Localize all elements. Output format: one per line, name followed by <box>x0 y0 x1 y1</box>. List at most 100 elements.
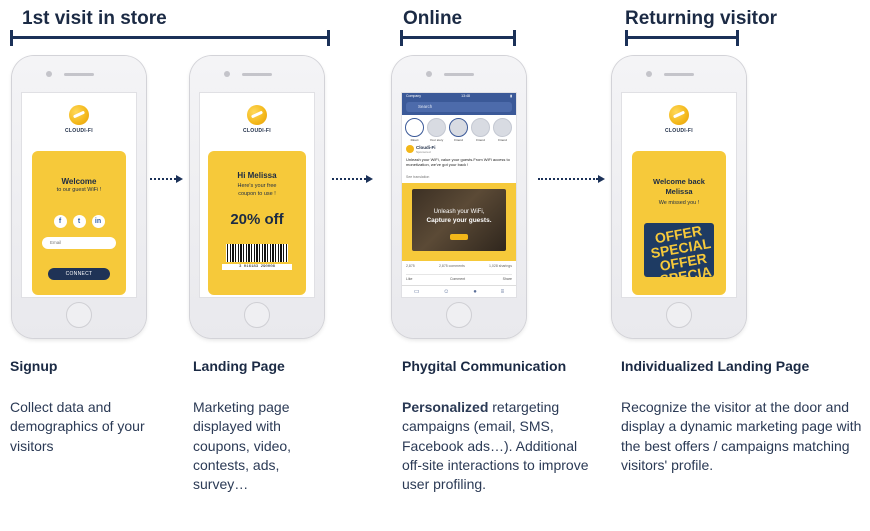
brand-name: CLOUDI-FI <box>65 128 93 134</box>
post-actions: Like Comment Share <box>406 274 512 281</box>
section-title-online: Online <box>403 8 463 29</box>
twitter-icon[interactable]: t <box>72 215 86 228</box>
arrow-2 <box>332 175 373 183</box>
phone-signup: CLOUDI-FI Welcome to our guest WiFi ! f … <box>12 56 146 338</box>
connect-button[interactable]: CONNECT <box>48 268 110 280</box>
status-bar: Company 13:48 ▮ <box>406 94 512 98</box>
reaction-bar: 2,875 2,875 comments 1,028 sharings <box>406 264 512 268</box>
social-login: f t in <box>32 215 126 228</box>
phone-returning: CLOUDI-FI Welcome back Melissa We missed… <box>612 56 746 338</box>
status-time: 13:48 <box>461 94 470 98</box>
ad-line-2: Capture your guests. <box>426 217 492 224</box>
caption-title-landing: Landing Page <box>193 358 285 374</box>
facebook-icon[interactable]: f <box>53 215 67 228</box>
welcome-back-line: Welcome back <box>653 177 705 186</box>
discount-label: 20% off <box>230 211 284 228</box>
ad-banner[interactable]: Unleash your WiFi, Capture your guests. <box>402 183 516 261</box>
signup-card: Welcome to our guest WiFi ! f t in Email… <box>32 151 126 295</box>
welcome-subtitle: to our guest WiFi ! <box>56 187 102 193</box>
cloudi-fi-logo-icon <box>247 105 267 125</box>
caption-bold: Personalized <box>402 399 489 415</box>
brand-name: CLOUDI-FI <box>243 128 271 134</box>
battery-icon: ▮ <box>510 94 512 98</box>
caption-text-phygital: Personalized retargeting campaigns (emai… <box>402 398 592 494</box>
caption-text-individualized: Recognize the visitor at the door and di… <box>621 399 862 473</box>
section-title-store: 1st visit in store <box>22 8 167 29</box>
caption-title-individualized: Individualized Landing Page <box>621 358 810 374</box>
caption-text-signup: Collect data and demographics of your vi… <box>10 399 145 454</box>
arrow-1 <box>150 175 183 183</box>
camera <box>646 71 652 77</box>
caption-title-signup: Signup <box>10 358 58 374</box>
cloudi-fi-logo-icon <box>69 105 89 125</box>
facebook-screen: Company 13:48 ▮ Search Direct Your story… <box>401 92 517 298</box>
returning-bracket <box>625 30 739 46</box>
returning-screen: CLOUDI-FI Welcome back Melissa We missed… <box>621 92 737 298</box>
greeting: Hi Melissa <box>237 171 277 180</box>
story-item[interactable]: Your story <box>427 118 446 142</box>
ad-line-1: Unleash your WiFi, <box>433 209 485 215</box>
offer-text: OFFER SPECIAL OFFER SPECIA <box>649 223 713 277</box>
welcome-back-card: Welcome back Melissa We missed you ! OFF… <box>632 151 726 295</box>
camera <box>224 71 230 77</box>
facebook-nav-bar: ▭ ☺ ● ≡ <box>402 285 516 297</box>
speaker <box>64 73 94 76</box>
phone-landing: CLOUDI-FI Hi Melissa Here's your free co… <box>190 56 324 338</box>
missed-you-line: We missed you ! <box>658 200 700 206</box>
notifications-icon[interactable]: ● <box>473 289 477 295</box>
arrow-3 <box>538 175 605 183</box>
coupon-line-1: Here's your free <box>237 183 277 189</box>
signup-screen: CLOUDI-FI Welcome to our guest WiFi ! f … <box>21 92 137 298</box>
page-avatar <box>406 145 414 153</box>
facebook-header: Company 13:48 ▮ Search <box>402 93 516 115</box>
cloudi-fi-logo-icon <box>669 105 689 125</box>
friends-icon[interactable]: ☺ <box>443 289 449 295</box>
news-feed-icon[interactable]: ▭ <box>414 288 420 295</box>
visitor-name: Melissa <box>665 187 693 196</box>
story-item[interactable]: Direct <box>405 118 424 142</box>
home-button <box>244 302 270 328</box>
barcode-number: 3 016183 290008 <box>222 264 292 270</box>
caption-text-landing: Marketing page displayed with coupons, v… <box>193 399 292 493</box>
phone-online: Company 13:48 ▮ Search Direct Your story… <box>392 56 526 338</box>
see-translation-link[interactable]: See translation <box>406 175 429 179</box>
share-button[interactable]: Share <box>503 277 512 281</box>
landing-screen: CLOUDI-FI Hi Melissa Here's your free co… <box>199 92 315 298</box>
special-offer-graphic[interactable]: OFFER SPECIAL OFFER SPECIA <box>644 223 714 277</box>
like-button[interactable]: Like <box>406 277 412 281</box>
post-meta: Sponsored <box>416 150 431 154</box>
caption-title-phygital: Phygital Communication <box>402 358 567 374</box>
carrier: Company <box>406 94 421 98</box>
email-field[interactable]: Email <box>42 237 116 249</box>
reaction-count: 2,875 <box>406 264 415 268</box>
store-bracket <box>10 30 330 46</box>
post-header: Cloudi-Fi Sponsored <box>406 145 512 154</box>
story-item[interactable]: Friend <box>493 118 512 142</box>
linkedin-icon[interactable]: in <box>91 215 105 228</box>
welcome-title: Welcome <box>61 177 97 186</box>
home-button <box>66 302 92 328</box>
coupon-line-2: coupon to use ! <box>238 191 276 197</box>
camera <box>426 71 432 77</box>
online-bracket <box>400 30 516 46</box>
home-button <box>666 302 692 328</box>
menu-icon[interactable]: ≡ <box>501 289 505 295</box>
stories-row: Direct Your story Friend Friend Friend <box>405 118 513 142</box>
story-item[interactable]: Friend <box>471 118 490 142</box>
camera <box>46 71 52 77</box>
comment-count: 2,875 comments <box>438 264 465 268</box>
speaker <box>242 73 272 76</box>
speaker <box>664 73 694 76</box>
coupon-card: Hi Melissa Here's your free coupon to us… <box>208 151 306 295</box>
section-title-returning: Returning visitor <box>625 8 778 29</box>
speaker <box>444 73 474 76</box>
post-text: Unleash your WiFi, value your guests.Fro… <box>406 157 510 167</box>
comment-button[interactable]: Comment <box>450 277 465 281</box>
barcode: 3 016183 290008 <box>222 241 292 271</box>
ad-cta-button[interactable] <box>450 234 468 240</box>
search-input[interactable]: Search <box>406 102 512 112</box>
story-item[interactable]: Friend <box>449 118 468 142</box>
share-count: 1,028 sharings <box>489 264 512 268</box>
home-button <box>446 302 472 328</box>
brand-name: CLOUDI-FI <box>665 128 693 134</box>
